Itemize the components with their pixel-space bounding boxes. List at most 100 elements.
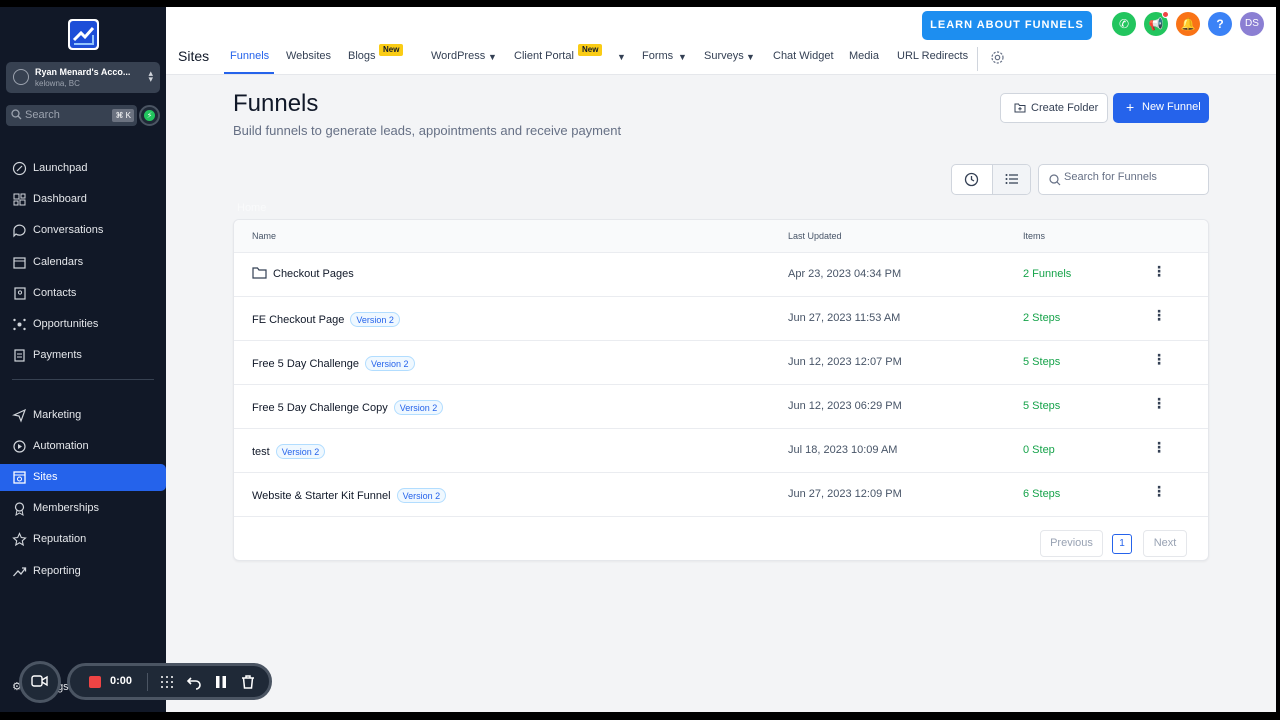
sidebar-item-label: Calendars	[33, 256, 84, 268]
sidebar-item-contacts[interactable]: Contacts	[0, 280, 166, 307]
row-title: Checkout Pages	[273, 268, 354, 280]
grid-icon[interactable]	[159, 674, 175, 690]
sidebar-item-dashboard[interactable]: Dashboard	[0, 186, 166, 213]
top-bar: LEARN ABOUT FUNNELS ✆ 📢 🔔 ? DS Sites Fun…	[166, 7, 1276, 75]
chevron-down-icon[interactable]: ▼	[617, 52, 626, 62]
create-folder-button[interactable]: Create Folder	[1000, 93, 1108, 123]
new-funnel-button[interactable]: + New Funnel	[1113, 93, 1209, 123]
account-location: kelowna, BC	[35, 79, 80, 88]
row-name[interactable]: Free 5 Day Challenge Copy Version 2	[252, 400, 444, 415]
divider	[977, 47, 978, 71]
tab-wordpress[interactable]: WordPress	[431, 50, 485, 62]
sidebar-item-payments[interactable]: Payments	[0, 342, 166, 369]
row-name[interactable]: test Version 2	[252, 444, 326, 459]
create-folder-label: Create Folder	[1031, 102, 1099, 114]
sidebar-search[interactable]: Search ⌘ K	[6, 105, 137, 126]
version-badge: Version 2	[350, 312, 400, 327]
tab-url-redirects[interactable]: URL Redirects	[897, 50, 968, 62]
tab-chat-widget[interactable]: Chat Widget	[773, 50, 834, 62]
announcements-button[interactable]: 📢	[1144, 11, 1169, 36]
row-name[interactable]: Checkout Pages	[252, 267, 354, 280]
tab-media[interactable]: Media	[849, 50, 879, 62]
row-name[interactable]: Website & Starter Kit Funnel Version 2	[252, 488, 447, 503]
recording-timer: 0:00	[110, 675, 133, 687]
calendar-icon	[13, 257, 26, 269]
sidebar-item-reputation[interactable]: Reputation	[0, 526, 166, 553]
page-title: Funnels	[233, 90, 319, 117]
sidebar-item-launchpad[interactable]: Launchpad	[0, 155, 166, 182]
row-name[interactable]: Free 5 Day Challenge Version 2	[252, 356, 415, 371]
learn-about-funnels-button[interactable]: LEARN ABOUT FUNNELS	[922, 11, 1092, 40]
version-badge: Version 2	[365, 356, 415, 371]
pagination-page[interactable]: 1	[1112, 534, 1132, 554]
camera-toggle-button[interactable]	[19, 661, 61, 703]
tab-client-portal[interactable]: Client Portal	[514, 50, 574, 62]
table-row[interactable]: test Version 2 Jul 18, 2023 10:09 AM 0 S…	[234, 429, 1208, 473]
tab-funnels[interactable]: Funnels	[230, 50, 269, 62]
sidebar-item-opportunities[interactable]: Opportunities	[0, 311, 166, 338]
table-row[interactable]: Free 5 Day Challenge Copy Version 2 Jun …	[234, 385, 1208, 429]
app-logo[interactable]	[68, 19, 99, 50]
settings-gear-icon[interactable]	[990, 50, 1005, 65]
tab-blogs[interactable]: Blogs	[348, 50, 376, 62]
bolt-icon: ⚡	[144, 110, 155, 121]
undo-icon[interactable]	[186, 674, 202, 690]
sidebar-item-automation[interactable]: Automation	[0, 433, 166, 460]
sidebar-item-reporting[interactable]: Reporting	[0, 558, 166, 585]
column-header-items[interactable]: Items	[1023, 231, 1045, 241]
pagination-next[interactable]: Next	[1143, 530, 1187, 557]
tab-surveys[interactable]: Surveys	[704, 50, 744, 62]
sidebar-item-marketing[interactable]: Marketing	[0, 402, 166, 429]
dashboard-icon	[13, 193, 26, 206]
table-header: Name Last Updated Items	[234, 220, 1208, 253]
tab-forms[interactable]: Forms	[642, 50, 673, 62]
recent-view-button[interactable]	[952, 165, 992, 194]
table-row[interactable]: FE Checkout Page Version 2 Jun 27, 2023 …	[234, 297, 1208, 341]
more-options-icon[interactable]: ⋮	[1152, 264, 1166, 278]
user-avatar[interactable]: DS	[1240, 12, 1264, 36]
row-name[interactable]: FE Checkout Page Version 2	[252, 312, 400, 327]
trash-icon[interactable]	[240, 674, 256, 690]
column-header-name[interactable]: Name	[252, 231, 276, 241]
row-last-updated: Jun 12, 2023 06:29 PM	[788, 400, 902, 412]
pagination-previous[interactable]: Previous	[1040, 530, 1103, 557]
sidebar-divider	[12, 379, 154, 380]
table-row[interactable]: Checkout Pages Apr 23, 2023 04:34 PM 2 F…	[234, 253, 1208, 297]
new-badge: New	[578, 44, 603, 56]
membership-icon	[14, 502, 25, 516]
more-options-icon[interactable]: ⋮	[1152, 484, 1166, 498]
account-switcher[interactable]: Ryan Menard's Acco... kelowna, BC ▴ ▾	[6, 62, 160, 93]
payments-icon	[14, 349, 25, 362]
chat-icon	[13, 224, 26, 238]
sidebar-item-label: Reporting	[33, 565, 81, 577]
phone-button[interactable]: ✆	[1112, 12, 1136, 36]
row-title: FE Checkout Page	[252, 313, 345, 326]
funnel-search-input[interactable]	[1064, 171, 1204, 183]
list-view-button[interactable]	[992, 165, 1030, 194]
column-header-last-updated[interactable]: Last Updated	[788, 231, 842, 241]
account-name: Ryan Menard's Acco...	[35, 67, 130, 77]
page-subtitle: Build funnels to generate leads, appoint…	[233, 123, 622, 138]
active-tab-indicator	[224, 72, 274, 74]
pause-icon[interactable]	[213, 674, 229, 690]
sidebar-item-conversations[interactable]: Conversations	[0, 217, 166, 244]
help-button[interactable]: ?	[1208, 12, 1232, 36]
sidebar-item-sites[interactable]: Sites	[0, 464, 166, 491]
more-options-icon[interactable]: ⋮	[1152, 440, 1166, 454]
tab-websites[interactable]: Websites	[286, 50, 331, 62]
plus-icon: +	[1126, 99, 1135, 115]
table-row[interactable]: Free 5 Day Challenge Version 2 Jun 12, 2…	[234, 341, 1208, 385]
quick-actions-button[interactable]: ⚡	[139, 105, 160, 126]
more-options-icon[interactable]: ⋮	[1152, 396, 1166, 410]
sidebar-item-calendars[interactable]: Calendars	[0, 249, 166, 276]
more-options-icon[interactable]: ⋮	[1152, 352, 1166, 366]
table-row[interactable]: Website & Starter Kit Funnel Version 2 J…	[234, 473, 1208, 517]
stop-recording-button[interactable]	[89, 676, 101, 688]
sidebar-item-memberships[interactable]: Memberships	[0, 495, 166, 522]
notifications-button[interactable]: 🔔	[1176, 12, 1200, 36]
funnel-search-field[interactable]	[1038, 164, 1209, 195]
more-options-icon[interactable]: ⋮	[1152, 308, 1166, 322]
funnels-table: Name Last Updated Items Checkout Pages A…	[233, 219, 1209, 561]
breadcrumb[interactable]: Home	[237, 202, 266, 214]
recording-toolbar: 0:00	[67, 663, 272, 700]
